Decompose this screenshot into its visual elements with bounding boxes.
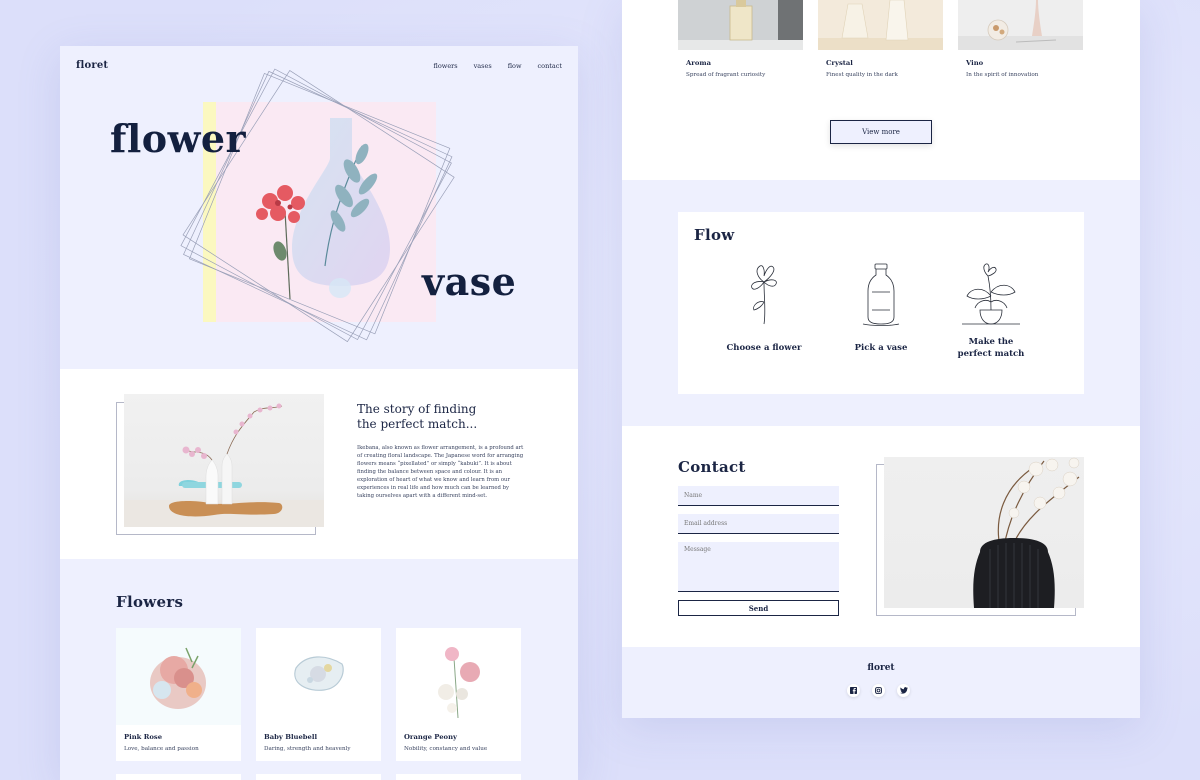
view-more-button[interactable]: View more [830, 120, 932, 144]
flower-card-name: Orange Peony [404, 733, 457, 741]
message-textarea[interactable] [678, 542, 839, 592]
nav-link-contact[interactable]: contact [538, 62, 562, 70]
footer: floret [622, 647, 1140, 718]
line-potted-plant-icon [962, 263, 1020, 325]
send-button[interactable]: Send [678, 600, 839, 616]
name-input[interactable] [678, 486, 839, 506]
hero-word-flower: flower [110, 116, 247, 161]
flow-section: Flow Choose a flower Pick a vase Make th… [622, 180, 1140, 426]
flow-step-choose-flower: Choose a flower [714, 262, 814, 354]
flow-step-make-match: Make the perfect match [941, 262, 1041, 360]
twitter-icon[interactable] [897, 684, 910, 697]
story-body-text: Ikebana, also known as flower arrangemen… [357, 445, 524, 499]
story-heading-line-1: The story of finding [357, 402, 477, 416]
contact-photo [884, 457, 1084, 608]
flow-card: Flow Choose a flower Pick a vase Make th… [678, 212, 1084, 394]
vase-card-desc: In the spirit of innovation [966, 72, 1039, 78]
vase-card-name: Vino [966, 59, 984, 67]
vase-card-name: Aroma [686, 59, 711, 67]
vase-card-aroma[interactable]: Aroma Spread of fragrant curiosity [678, 0, 803, 90]
story-photo [124, 394, 324, 527]
home-page-preview-continued: Aroma Spread of fragrant curiosity Cryst… [622, 0, 1140, 718]
flower-card-baby-bluebell[interactable]: Baby Bluebell Daring, strength and heave… [256, 628, 381, 761]
flowers-section: Flowers Pink Rose Love, balance and pass… [60, 559, 578, 780]
flow-step-label: Make the perfect match [941, 336, 1041, 360]
flow-step-label-line-1: Choose a flower [726, 343, 802, 353]
flower-card-desc: Nobility, constancy and value [404, 746, 488, 752]
nav-link-flowers[interactable]: flowers [434, 62, 458, 70]
flower-card-partial[interactable] [116, 774, 241, 780]
flowers-heading: Flowers [116, 593, 184, 611]
vases-section: Aroma Spread of fragrant curiosity Cryst… [622, 0, 1140, 180]
vase-card-image [818, 0, 943, 50]
vase-card-desc: Spread of fragrant curiosity [686, 72, 766, 78]
vase-card-image [958, 0, 1083, 50]
brand-logo[interactable]: floret [76, 60, 108, 71]
hero-section: flower vase [60, 46, 578, 369]
flower-card-orange-peony[interactable]: Orange Peony Nobility, constancy and val… [396, 628, 521, 761]
flower-card-image [116, 628, 241, 725]
vase-card-desc: Finest quality in the dark [826, 72, 898, 78]
flower-card-image [396, 628, 521, 725]
nav-link-vases[interactable]: vases [474, 62, 492, 70]
flow-step-label: Choose a flower [714, 342, 814, 354]
nav-link-flow[interactable]: flow [508, 62, 522, 70]
vase-card-vino[interactable]: Vino In the spirit of innovation [958, 0, 1083, 90]
flower-card-name: Baby Bluebell [264, 733, 318, 741]
story-heading-line-2: the perfect match... [357, 417, 478, 431]
contact-section: Contact Send [622, 426, 1140, 647]
flow-heading: Flow [694, 226, 735, 244]
vase-card-image [678, 0, 803, 50]
hero-word-vase: vase [422, 259, 517, 304]
flow-step-pick-vase: Pick a vase [831, 262, 931, 354]
footer-logo[interactable]: floret [622, 663, 1140, 673]
hero-red-flower-illustration [256, 185, 305, 300]
flower-card-desc: Love, balance and passion [124, 746, 199, 752]
facebook-icon[interactable] [847, 684, 860, 697]
email-input[interactable] [678, 514, 839, 534]
flower-card-partial[interactable] [396, 774, 521, 780]
flower-card-pink-rose[interactable]: Pink Rose Love, balance and passion [116, 628, 241, 761]
story-heading: The story of finding the perfect match..… [357, 402, 537, 432]
flow-step-label-line-2: perfect match [957, 349, 1025, 359]
flower-card-image [256, 628, 381, 725]
social-links [847, 684, 910, 697]
flow-step-label-line-1: Pick a vase [854, 343, 908, 353]
home-page-preview: flower vase floret flowers vases flow co… [60, 46, 578, 780]
top-navigation: floret flowers vases flow contact [76, 60, 562, 80]
flower-card-partial[interactable] [256, 774, 381, 780]
vase-card-name: Crystal [826, 59, 853, 67]
contact-heading: Contact [678, 458, 746, 476]
instagram-icon[interactable] [872, 684, 885, 697]
vase-card-crystal[interactable]: Crystal Finest quality in the dark [818, 0, 943, 90]
flow-step-label: Pick a vase [831, 342, 931, 354]
nav-links: flowers vases flow contact [434, 62, 562, 70]
flower-card-name: Pink Rose [124, 733, 163, 741]
line-flower-icon [751, 265, 777, 325]
line-vase-icon [862, 263, 900, 326]
story-section: The story of finding the perfect match..… [60, 369, 578, 559]
flower-card-desc: Daring, strength and heavenly [264, 746, 351, 752]
flow-step-label-line-1: Make the [968, 337, 1014, 347]
